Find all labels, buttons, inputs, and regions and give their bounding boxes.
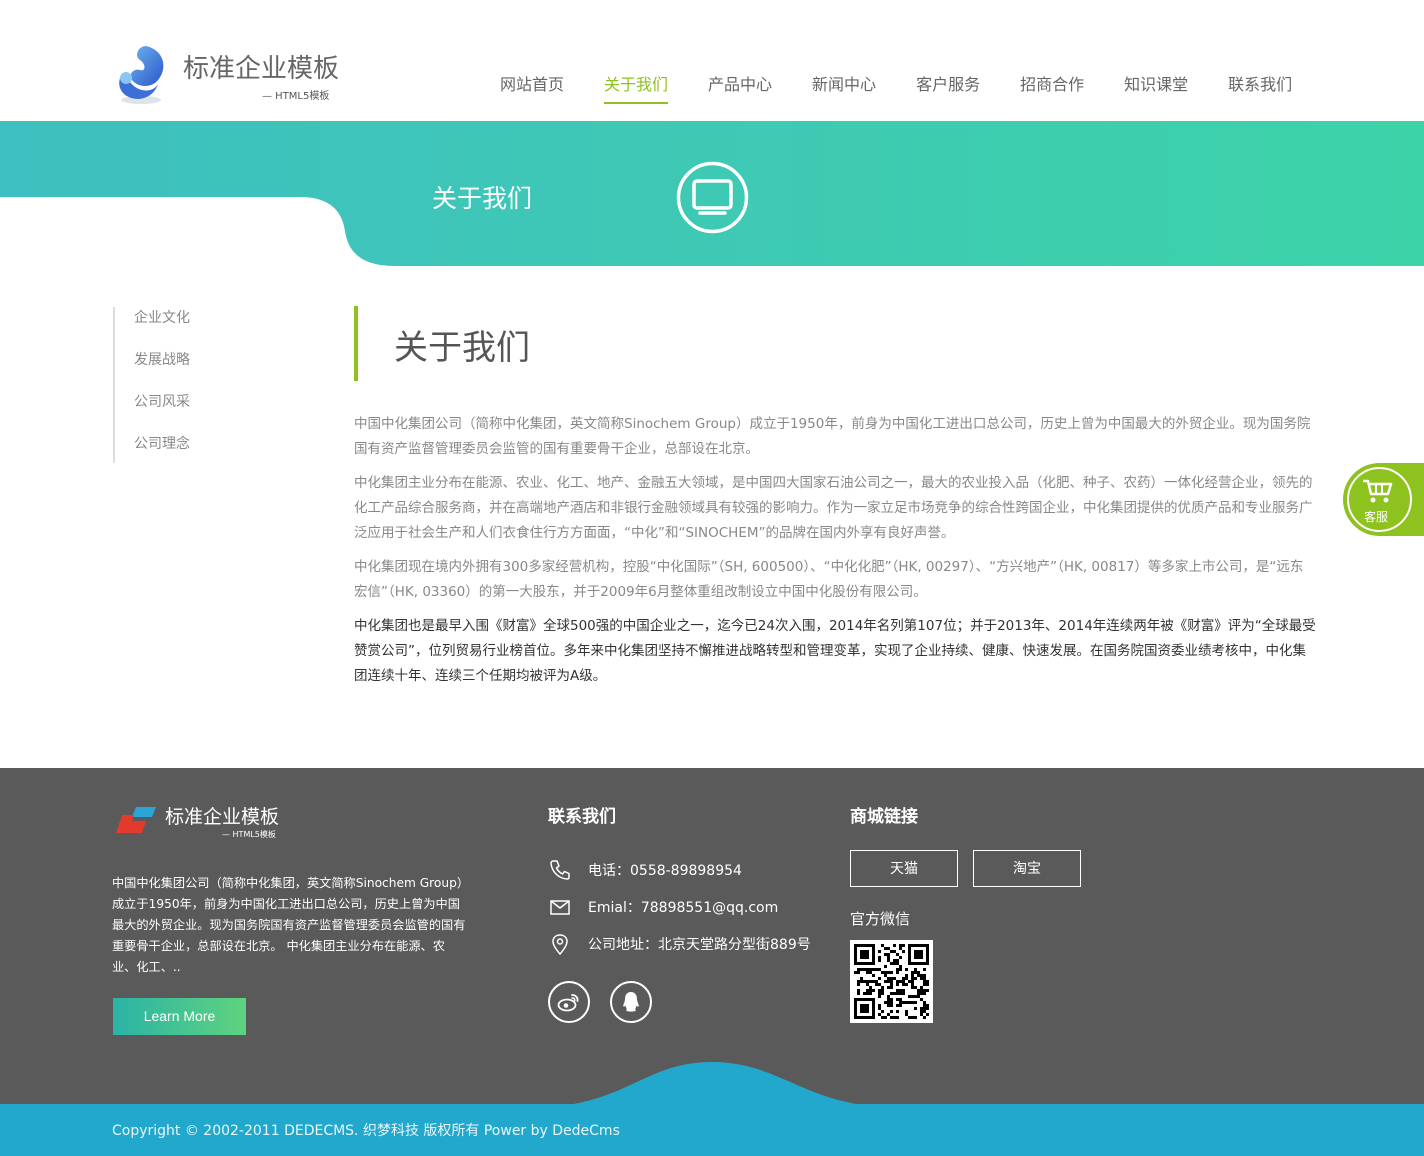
footer-site-title: 标准企业模板 [165,806,280,828]
side-item-philosophy[interactable]: 公司理念 [115,433,313,475]
nav-news[interactable]: 新闻中心 [812,74,876,100]
content-body: 中国中化集团公司（简称中化集团，英文简称Sinochem Group）成立于19… [354,412,1316,689]
side-item-strategy[interactable]: 发展战略 [115,349,313,391]
cart-icon [1363,479,1393,503]
page-banner: 关于我们 [0,121,1424,266]
mail-icon [550,900,570,915]
qq-glyph [623,992,639,1012]
footer-bottom-bar: Copyright © 2002-2011 DEDECMS. 织梦科技 版权所有… [0,1104,1424,1156]
customer-service-button[interactable]: 客服 [1343,463,1424,536]
footer: 标准企业模板 — HTML5模板 中国中化集团公司（简称中化集团，英文简称Sin… [0,768,1424,1156]
nav-knowledge[interactable]: 知识课堂 [1124,74,1188,100]
content-header: 关于我们 [354,306,1316,381]
side-item-style[interactable]: 公司风采 [115,391,313,433]
monitor-icon [676,161,749,234]
site-subtitle: — HTML5模板 [262,91,330,102]
nav-about[interactable]: 关于我们 [604,74,669,104]
paragraph: 中化集团现在境内外拥有300多家经营机构，控股“中化国际”（SH, 600500… [354,559,1304,600]
qq-icon[interactable] [610,981,652,1023]
email-text: Emial：78898551@qq.com [588,900,779,916]
copyright-text: Copyright © 2002-2011 DEDECMS. 织梦科技 版权所有… [112,1123,620,1139]
wechat-qr-code [850,940,933,1023]
logo-icon[interactable] [112,44,170,106]
side-nav: 企业文化 发展战略 公司风采 公司理念 [113,307,313,463]
nav-service[interactable]: 客户服务 [916,74,980,100]
contact-phone: 电话：0558-89898954 [548,858,742,882]
weibo-glyph [557,994,579,1012]
paragraph: 中化集团也是最早入围《财富》全球500强的中国企业之一，迄今已24次入围，201… [354,618,1316,684]
footer-wave [0,1062,1424,1110]
nav-products[interactable]: 产品中心 [708,74,772,100]
main-nav: 网站首页 关于我们 产品中心 新闻中心 客户服务 招商合作 知识课堂 联系我们 [480,74,1312,104]
side-item-culture[interactable]: 企业文化 [115,307,313,349]
nav-business[interactable]: 招商合作 [1020,74,1084,100]
nav-home[interactable]: 网站首页 [500,74,564,100]
kefu-label: 客服 [1364,510,1389,524]
contact-heading: 联系我们 [548,807,616,827]
footer-intro: 中国中化集团公司（简称中化集团，英文简称Sinochem Group）成立于19… [112,876,466,974]
wechat-label: 官方微信 [850,910,911,928]
taobao-button[interactable]: 淘宝 [973,850,1081,887]
site-title: 标准企业模板 [183,54,340,84]
header: 标准企业模板 — HTML5模板 网站首页 关于我们 产品中心 新闻中心 客户服… [0,0,1424,121]
qr-code-icon [854,944,929,1019]
contact-address: 公司地址：北京天堂路分型街889号 [548,932,811,956]
address-text: 公司地址：北京天堂路分型街889号 [588,937,811,953]
paragraph: 中国中化集团公司（简称中化集团，英文简称Sinochem Group）成立于19… [354,416,1311,457]
footer-logo-icon [116,807,156,833]
nav-contact[interactable]: 联系我们 [1228,74,1292,100]
banner-title: 关于我们 [432,184,533,213]
weibo-icon[interactable] [548,981,590,1023]
page: 标准企业模板 — HTML5模板 网站首页 关于我们 产品中心 新闻中心 客户服… [0,0,1424,1156]
content-title: 关于我们 [394,328,530,368]
phone-icon [550,860,570,880]
shop-heading: 商城链接 [850,807,918,827]
location-pin-icon [552,934,568,956]
contact-email: Emial：78898551@qq.com [548,895,778,919]
paragraph: 中化集团主业分布在能源、农业、化工、地产、金融五大领域，是中国四大国家石油公司之… [354,475,1313,541]
phone-text: 电话：0558-89898954 [588,863,742,879]
footer-site-subtitle: — HTML5模板 [222,830,276,839]
tmall-button[interactable]: 天猫 [850,850,958,887]
main-content: 关于我们 中国中化集团公司（简称中化集团，英文简称Sinochem Group）… [354,306,1316,698]
learn-more-button[interactable]: Learn More [113,998,246,1035]
